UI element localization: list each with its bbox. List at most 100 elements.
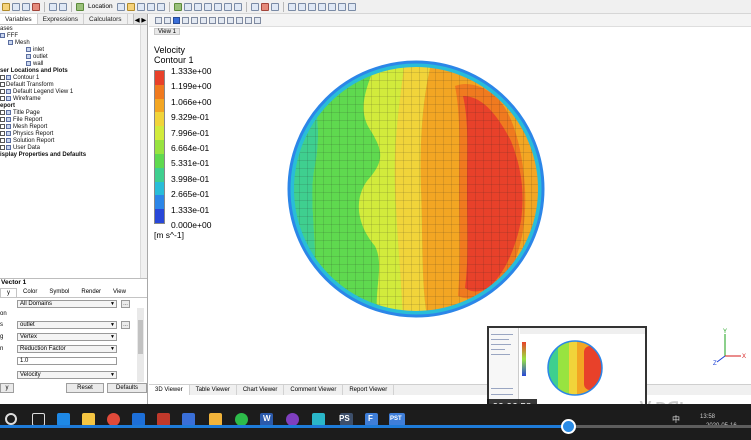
tree-node-file-report[interactable]: File Report — [0, 117, 42, 124]
tree-node-mesh-report[interactable]: Mesh Report — [0, 124, 47, 131]
tree-node-inlet[interactable]: inlet — [26, 47, 44, 54]
volume-render-icon[interactable] — [146, 2, 155, 11]
quick-edit-icon[interactable] — [307, 2, 316, 11]
visibility-checkbox[interactable] — [0, 75, 5, 80]
probe-icon[interactable] — [317, 2, 326, 11]
streamline-icon[interactable] — [136, 2, 145, 11]
video-icon[interactable] — [233, 2, 242, 11]
help-icon[interactable] — [347, 2, 356, 11]
open-file-icon[interactable] — [12, 2, 20, 11]
timestep-icon[interactable] — [287, 2, 296, 11]
tree-node-fff[interactable]: FFF — [0, 33, 18, 40]
tree-node-wall[interactable]: wall — [26, 61, 43, 68]
search-icon[interactable] — [5, 413, 17, 425]
view-label[interactable]: View 1 — [154, 28, 180, 35]
figure-icon[interactable] — [223, 2, 232, 11]
reset-button[interactable]: Reset — [66, 383, 104, 393]
locations-more-button[interactable]: … — [121, 321, 130, 329]
tab-symbol[interactable]: Symbol — [43, 288, 75, 297]
macro-icon[interactable] — [250, 2, 259, 11]
visibility-checkbox[interactable] — [0, 138, 5, 143]
velocity-contour-plot[interactable] — [283, 56, 549, 322]
zoom-out-icon[interactable] — [218, 16, 225, 24]
contour-icon[interactable] — [126, 2, 135, 11]
domains-more-button[interactable]: … — [121, 300, 130, 308]
tree-group-user-locations[interactable]: ser Locations and Plots — [0, 68, 68, 75]
animation-icon[interactable] — [297, 2, 306, 11]
tab-geometry[interactable]: y — [0, 288, 17, 297]
zoom-icon[interactable] — [191, 16, 198, 24]
tree-node-user-data[interactable]: User Data — [0, 145, 40, 152]
tab-color[interactable]: Color — [17, 288, 43, 297]
clip-plane-icon[interactable] — [270, 2, 279, 11]
rotate-icon[interactable] — [173, 16, 180, 24]
redo-icon[interactable] — [59, 2, 67, 11]
visibility-checkbox[interactable] — [0, 117, 5, 122]
visibility-checkbox[interactable] — [0, 131, 5, 136]
tab-expressions[interactable]: Expressions — [38, 14, 85, 24]
tree-node-title-page[interactable]: Title Page — [0, 110, 40, 117]
outline-scrollbar[interactable] — [140, 25, 147, 279]
location-menu-button[interactable]: Location — [86, 3, 115, 10]
location-icon[interactable] — [76, 2, 84, 11]
visibility-checkbox[interactable] — [0, 89, 5, 94]
visibility-checkbox[interactable] — [0, 82, 5, 87]
tree-node-solution-report[interactable]: Solution Report — [0, 138, 54, 145]
sync-views-icon[interactable] — [254, 16, 261, 24]
tab-3d-viewer[interactable]: 3D Viewer — [149, 385, 190, 395]
3d-viewer[interactable]: View 1 Velocity Contour 1 1.333e+00 1.199… — [149, 14, 751, 404]
save-icon[interactable] — [22, 2, 30, 11]
tab-scroll-arrows[interactable]: ◀ ▶ — [133, 14, 147, 24]
details-scrollbar[interactable] — [137, 308, 144, 382]
input-language[interactable]: 中 — [672, 414, 680, 425]
tree-node-outlet[interactable]: outlet — [26, 54, 48, 61]
pan-icon[interactable] — [164, 16, 171, 24]
cut-icon[interactable] — [260, 2, 269, 11]
variable-select[interactable]: Velocity ▼ — [17, 371, 117, 379]
visibility-checkbox[interactable] — [0, 96, 5, 101]
translate-icon[interactable] — [182, 16, 189, 24]
table-icon[interactable] — [193, 2, 202, 11]
tab-report-viewer[interactable]: Report Viewer — [343, 385, 395, 395]
factor-input[interactable]: 1.0 — [17, 357, 117, 365]
layout-icon[interactable] — [236, 16, 243, 24]
tree-node-contour-1[interactable]: Contour 1 — [0, 75, 39, 82]
tab-render[interactable]: Render — [75, 288, 107, 297]
comment-icon[interactable] — [213, 2, 222, 11]
particle-track-icon[interactable] — [156, 2, 165, 11]
sampling-select[interactable]: Vertex ▼ — [17, 333, 117, 341]
tab-chart-viewer[interactable]: Chart Viewer — [237, 385, 285, 395]
tree-node-wireframe[interactable]: Wireframe — [0, 96, 41, 103]
tree-node-mesh[interactable]: Mesh — [8, 40, 30, 47]
reduction-select[interactable]: Reduction Factor ▼ — [17, 345, 117, 353]
fit-view-icon[interactable] — [227, 16, 234, 24]
tab-calculators[interactable]: Calculators — [84, 14, 128, 24]
defaults-button[interactable]: Defaults — [107, 383, 147, 393]
tab-view[interactable]: View — [107, 288, 132, 297]
expression-icon[interactable] — [183, 2, 192, 11]
domains-select[interactable]: All Domains ▼ — [17, 300, 117, 308]
function-icon[interactable] — [337, 2, 346, 11]
locations-select[interactable]: outlet ▼ — [17, 321, 117, 329]
calculator-icon[interactable] — [327, 2, 336, 11]
tree-group-report[interactable]: eport — [0, 103, 15, 110]
visibility-checkbox[interactable] — [0, 124, 5, 129]
tab-comment-viewer[interactable]: Comment Viewer — [284, 385, 344, 395]
video-progress-handle[interactable] — [560, 419, 576, 434]
chart-icon[interactable] — [203, 2, 212, 11]
scroll-thumb[interactable] — [138, 320, 143, 354]
tree-node-default-legend[interactable]: Default Legend View 1 — [0, 89, 73, 96]
tab-table-viewer[interactable]: Table Viewer — [190, 385, 237, 395]
select-icon[interactable] — [155, 16, 162, 24]
apply-button[interactable]: y — [0, 383, 14, 393]
zoom-box-icon[interactable] — [200, 16, 207, 24]
tree-node-default-transform[interactable]: Default Transform — [0, 82, 54, 89]
vector-icon[interactable] — [116, 2, 125, 11]
variable-icon[interactable] — [173, 2, 182, 11]
print-icon[interactable] — [32, 2, 40, 11]
tree-node-cases[interactable]: ases — [0, 26, 13, 33]
new-file-icon[interactable] — [2, 2, 10, 11]
tree-group-display-properties[interactable]: isplay Properties and Defaults — [0, 152, 86, 159]
viewport-layout-icon[interactable] — [245, 16, 252, 24]
zoom-fit-icon[interactable] — [209, 16, 216, 24]
